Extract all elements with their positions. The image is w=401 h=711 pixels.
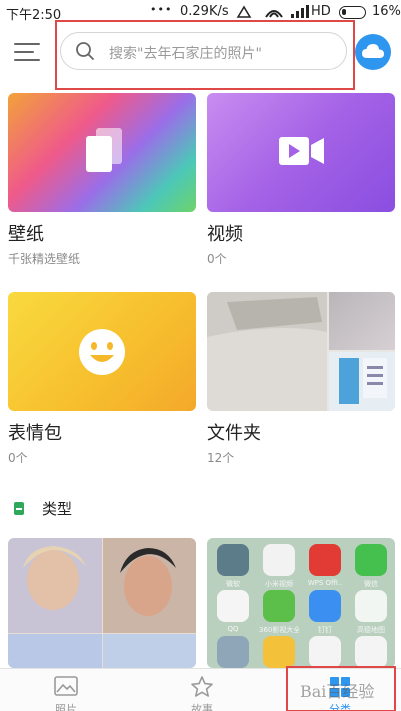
card-title: 表情包 [8, 423, 62, 444]
search-input[interactable]: 搜索"去年石家庄的照片" [60, 32, 347, 70]
amap-app-icon [355, 590, 387, 622]
app-icon [309, 636, 341, 668]
photo-icon [54, 676, 78, 696]
top-bar: 搜索"去年石家庄的照片" [0, 24, 401, 84]
card-title: 文件夹 [207, 423, 261, 444]
nav-label: 故事 [191, 703, 213, 711]
weibo-app-icon [263, 636, 295, 668]
cloud-icon [362, 44, 384, 58]
app-label: 小米视频 [265, 580, 293, 588]
hamburger-menu-icon[interactable] [14, 41, 40, 63]
search-icon [76, 42, 94, 60]
video-camera-icon [279, 137, 324, 165]
card-subtitle: 0个 [207, 252, 227, 266]
360-video-app-icon [263, 590, 295, 622]
app-tile: 360影视大全 [259, 590, 299, 635]
video-card[interactable]: 视频 0个 [207, 93, 395, 266]
smiley-face-icon [79, 329, 125, 375]
app-tile: 小米视频 [259, 544, 299, 589]
app-label: 微软 [226, 580, 240, 588]
dingtalk-app-icon [309, 590, 341, 622]
video-thumbnail [207, 93, 395, 212]
qq-app-icon [217, 590, 249, 622]
app-tile [259, 636, 299, 668]
battery-icon [339, 6, 366, 19]
wallpaper-thumbnail [8, 93, 196, 212]
app-tile: QQ [213, 590, 253, 633]
calendar-app-icon [217, 636, 249, 668]
status-bar: 下午2:50 ••• 0.29K/s HD 16% [0, 0, 401, 24]
card-title: 视频 [207, 224, 243, 245]
app-label: WPS Offi.. [307, 579, 343, 587]
nav-label: 分类 [329, 703, 351, 711]
app-tile: 微软 [213, 544, 253, 589]
nav-photos[interactable]: 照片 [26, 671, 106, 711]
sticker-thumbnail [8, 292, 196, 411]
star-icon [191, 676, 213, 697]
app-tile [351, 636, 391, 668]
app-label: 高德地图 [357, 626, 385, 634]
folder-app-icon [217, 544, 249, 576]
app-label: 360影视大全 [259, 626, 299, 634]
folder-collage-image [207, 292, 395, 411]
wallpaper-card[interactable]: 壁纸 千张精选壁纸 [8, 93, 196, 266]
status-dots: ••• [150, 3, 173, 16]
app-label: 微信 [364, 580, 378, 588]
wechat-app-icon [355, 544, 387, 576]
app-label: QQ [227, 625, 239, 633]
sticker-card[interactable]: 表情包 0个 [8, 292, 196, 465]
cloud-button[interactable] [355, 34, 391, 70]
app-tile: 高德地图 [351, 590, 391, 635]
battery-percent: 16% [372, 4, 401, 19]
search-placeholder: 搜索"去年石家庄的照片" [109, 46, 262, 62]
network-type: HD [311, 4, 331, 19]
people-photo-collage [8, 538, 196, 668]
app-tile [305, 636, 345, 668]
card-subtitle: 千张精选壁纸 [8, 252, 81, 266]
mi-video-app-icon [263, 544, 295, 576]
app-icon [355, 636, 387, 668]
folder-thumbnail [207, 292, 395, 411]
people-type-card[interactable] [8, 538, 196, 668]
app-tile: 微信 [351, 544, 391, 589]
section-title: 类型 [42, 500, 73, 518]
wps-office-app-icon [309, 544, 341, 576]
app-tile: 钉钉 [305, 590, 345, 635]
wallpaper-icon [86, 128, 122, 172]
watermark-logo: Bai百经验 [300, 682, 375, 701]
card-title: 壁纸 [8, 224, 44, 245]
section-mark-icon [14, 502, 24, 515]
nav-label: 照片 [55, 703, 77, 711]
app-tile: WPS Offi.. [305, 544, 345, 587]
card-subtitle: 0个 [8, 451, 28, 465]
folder-card[interactable]: 文件夹 12个 [207, 292, 395, 465]
card-subtitle: 12个 [207, 451, 235, 465]
nav-stories[interactable]: 故事 [162, 671, 242, 711]
status-time: 下午2:50 [6, 8, 62, 23]
app-tile [213, 636, 253, 668]
network-speed: 0.29K/s [180, 4, 229, 19]
app-label: 钉钉 [318, 626, 332, 634]
apps-screenshot-type-card[interactable]: 微软 小米视频 WPS Offi.. 微信 QQ 360影视大全 钉钉 高德地图 [207, 538, 395, 668]
